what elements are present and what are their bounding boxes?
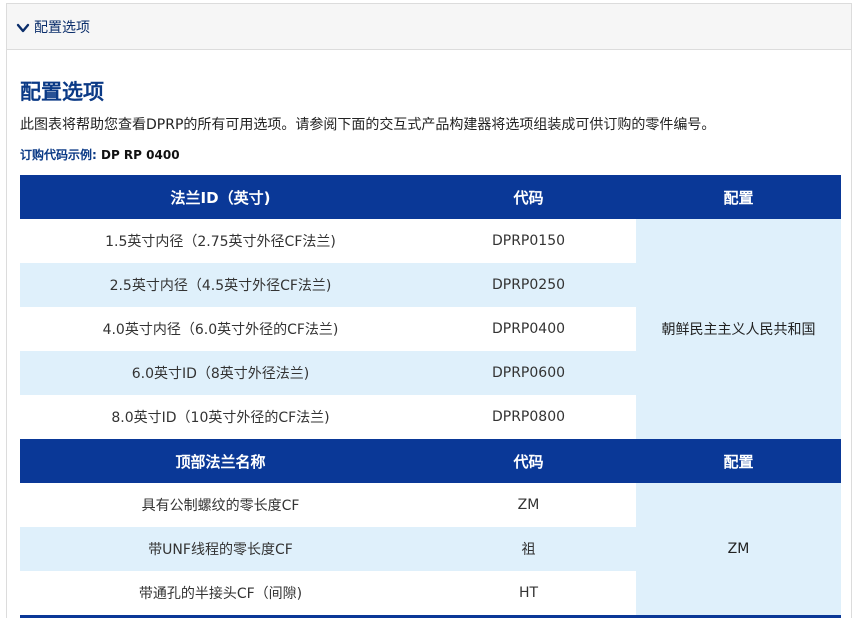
code-cell: DPRP0150	[421, 219, 636, 263]
top-flange-name-cell: 带通孔的半接头CF（间隙)	[20, 571, 421, 615]
flange-name-cell: 4.0英寸内径（6.0英寸外径的CF法兰)	[20, 307, 421, 351]
flange-name-cell: 8.0英寸ID（10英寸外径的CF法兰)	[20, 395, 421, 439]
table1-header-code: 代码	[421, 175, 636, 219]
section-description: 此图表将帮助您查看DPRP的所有可用选项。请参阅下面的交互式产品构建器将选项组装…	[20, 117, 716, 133]
config-cell: 朝鲜民主主义人民共和国	[636, 219, 841, 439]
accordion-toggle[interactable]: 配置选项	[6, 3, 852, 50]
flange-name-cell: 2.5英寸内径（4.5英寸外径CF法兰)	[20, 263, 421, 307]
code-cell: DPRP0800	[421, 395, 636, 439]
table-row: 1.5英寸内径（2.75英寸外径CF法兰) DPRP0150 朝鲜民主主义人民共…	[20, 219, 841, 439]
order-example-code: DP RP 0400	[101, 148, 180, 162]
table2-header-top-flange: 顶部法兰名称	[20, 439, 421, 483]
table2-header-config: 配置	[636, 439, 841, 483]
table2-header-row: 顶部法兰名称 代码 配置	[20, 439, 841, 483]
accordion-panel: 配置选项 此图表将帮助您查看DPRP的所有可用选项。请参阅下面的交互式产品构建器…	[6, 50, 852, 618]
chevron-down-icon	[16, 20, 30, 34]
code-cell: HT	[421, 571, 636, 615]
options-table: 法兰ID（英寸) 代码 配置 1.5英寸内径（2.75英寸外径CF法兰) DPR…	[20, 175, 841, 615]
table1-header-row: 法兰ID（英寸) 代码 配置	[20, 175, 841, 219]
top-flange-name-cell: 具有公制螺纹的零长度CF	[20, 483, 421, 527]
code-cell: DPRP0400	[421, 307, 636, 351]
table-row: 具有公制螺纹的零长度CF ZM ZM	[20, 483, 841, 615]
page: 配置选项 配置选项 此图表将帮助您查看DPRP的所有可用选项。请参阅下面的交互式…	[0, 0, 854, 618]
table2-header-code: 代码	[421, 439, 636, 483]
accordion-title: 配置选项	[34, 19, 90, 36]
order-example-label: 订购代码示例:	[20, 148, 97, 162]
section-title: 配置选项	[20, 80, 104, 104]
order-example: 订购代码示例: DP RP 0400	[20, 146, 180, 163]
table1-header-flange: 法兰ID（英寸)	[20, 175, 421, 219]
table1-header-config: 配置	[636, 175, 841, 219]
code-cell: DPRP0600	[421, 351, 636, 395]
code-cell: DPRP0250	[421, 263, 636, 307]
flange-name-cell: 1.5英寸内径（2.75英寸外径CF法兰)	[20, 219, 421, 263]
top-flange-name-cell: 带UNF线程的零长度CF	[20, 527, 421, 571]
config-cell: ZM	[636, 483, 841, 615]
code-cell: ZM	[421, 483, 636, 527]
flange-name-cell: 6.0英寸ID（8英寸外径法兰)	[20, 351, 421, 395]
code-cell: 祖	[421, 527, 636, 571]
